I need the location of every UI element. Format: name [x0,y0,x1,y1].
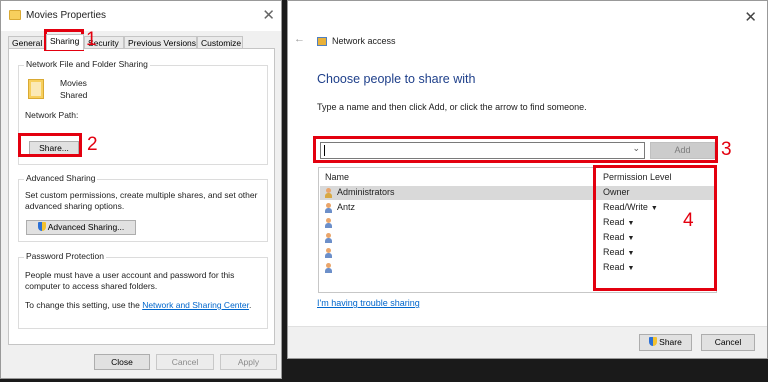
annotation-box-4 [593,165,717,291]
sharing-tab-panel: Network File and Folder Sharing Movies S… [8,48,275,345]
window-title: Network access [332,36,396,46]
network-path-label: Network Path: [25,110,79,120]
user-icon [324,233,333,243]
advanced-description-line2: advanced sharing options. [25,201,125,211]
dialog-title: Movies Properties [26,10,107,21]
advanced-sharing-button-label: Advanced Sharing... [47,222,125,232]
page-heading: Choose people to share with [317,72,476,86]
user-icon [324,263,333,273]
close-icon[interactable]: ✕ [262,6,275,24]
annotation-box-2 [18,133,82,157]
user-icon [324,203,333,213]
annotation-number-1: 1 [86,29,97,50]
trouble-sharing-link[interactable]: I'm having trouble sharing [317,298,420,308]
password-protection-group: Password Protection People must have a u… [18,251,268,329]
user-icon [324,218,333,228]
advanced-sharing-group: Advanced Sharing Set custom permissions,… [18,173,268,242]
change-setting-suffix: . [248,300,252,310]
movies-properties-dialog: Movies Properties ✕ General Sharing Secu… [0,0,282,379]
network-share-icon [317,37,327,46]
close-icon[interactable]: ✕ [744,8,757,26]
folder-icon [28,79,44,99]
change-setting-prefix: To change this setting, use the [25,300,143,310]
change-setting-text: To change this setting, use the Network … [25,300,251,310]
uac-shield-icon [649,337,658,346]
annotation-box-3 [313,136,718,163]
advanced-sharing-button[interactable]: Advanced Sharing... [26,220,136,235]
group-title: Advanced Sharing [24,173,98,183]
cancel-button[interactable]: Cancel [156,354,214,370]
uac-shield-icon [37,222,46,231]
password-line2: computer to access shared folders. [25,281,158,291]
tab-sharing[interactable]: Sharing [46,34,84,50]
instructions-text: Type a name and then click Add, or click… [317,102,587,112]
advanced-description-line1: Set custom permissions, create multiple … [25,190,258,200]
dialog-footer: Share Cancel [288,326,767,358]
title-bar: Movies Properties ✕ [1,1,281,31]
close-button[interactable]: Close [94,354,150,370]
cancel-button[interactable]: Cancel [701,334,755,351]
network-sharing-center-link[interactable]: Network and Sharing Center [142,300,249,310]
group-title: Password Protection [24,251,106,261]
folder-icon [9,10,21,20]
row-name: Antz [337,202,356,212]
annotation-number-2: 2 [87,134,98,155]
back-arrow-icon[interactable]: ← [294,33,305,45]
group-title: Network File and Folder Sharing [24,59,150,69]
password-line1: People must have a user account and pass… [25,270,235,280]
apply-button[interactable]: Apply [220,354,277,370]
folder-name: Movies [60,78,87,88]
user-group-icon [324,188,333,198]
annotation-number-4: 4 [683,210,694,231]
share-confirm-button[interactable]: Share [639,334,692,351]
user-icon [324,248,333,258]
folder-status: Shared [60,90,88,100]
annotation-number-3: 3 [721,139,732,160]
row-name: Administrators [337,187,395,197]
share-confirm-label: Share [659,337,682,347]
column-header-name[interactable]: Name [325,172,349,182]
